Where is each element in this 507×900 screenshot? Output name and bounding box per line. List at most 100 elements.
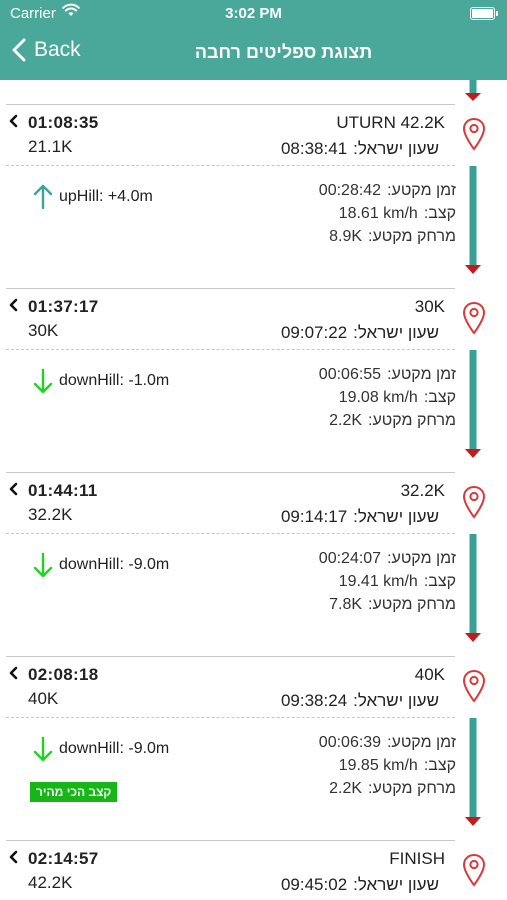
chevron-left-icon[interactable] [7,481,19,497]
cumulative-time: 02:14:57 [28,849,99,868]
checkpoint-clock: שעון ישראל: 08:38:41 [281,139,439,159]
segment-pace: קצב: 19.08 km/h [339,389,456,407]
checkpoint-row[interactable]: 02:08:18 40K 40K שעון ישראל: 09:38:24 [0,656,507,718]
clock-value: 09:07:22 [280,323,348,342]
checkpoint-row[interactable]: 01:37:17 30K 30K שעון ישראל: 09:07:22 [0,288,507,350]
cumulative-distance: 40K [28,689,59,708]
checkpoint-row[interactable]: 01:44:11 32.2K 32.2K שעון ישראל: 09:14:17 [0,472,507,534]
segment-progress-bar [465,534,481,642]
segment-pace: קצב: 19.85 km/h [339,757,456,775]
clock-prefix: שעון ישראל: [353,507,439,526]
elevation-change: downHill: -1.0m [33,368,169,394]
clock-value: 08:38:41 [280,139,348,158]
cumulative-distance: 32.2K [28,505,73,524]
elevation-text: upHill: +4.0m [59,188,153,205]
clock-prefix: שעון ישראל: [353,875,439,894]
checkpoint-name: 32.2K [400,481,445,500]
checkpoint-name: UTURN 42.2K [336,113,445,132]
segment-time-label: זמן מקטע: [387,734,456,751]
segment-distance-label: מרחק מקטע: [368,412,456,429]
segment-time-value: 00:06:39 [318,734,382,751]
segment-pace-value: 19.08 km/h [338,389,418,406]
page-title: תצוגת ספליטים רחבה [194,42,373,62]
segment-time-value: 00:28:42 [318,182,382,199]
cumulative-distance: 42.2K [28,873,73,892]
status-bar: Carrier 3:02 PM [0,0,507,28]
checkpoint-row[interactable]: 01:08:35 21.1K UTURN 42.2K שעון ישראל: 08… [0,104,507,166]
location-pin-icon[interactable] [462,669,486,703]
row-divider [6,840,455,841]
checkpoint-name: 40K [414,665,445,684]
chevron-left-icon[interactable] [7,849,19,865]
arrow-up-icon [33,184,53,210]
segment-pace-label: קצב: [423,757,456,774]
battery-icon [470,7,498,20]
segment-row: זמן מקטע: 00:24:07 קצב: 19.41 km/h מרחק מק… [0,534,507,656]
checkpoint-name: 30K [414,297,445,316]
segment-pace-value: 18.61 km/h [338,205,418,222]
elevation-text: downHill: -1.0m [59,372,170,389]
segment-distance-label: מרחק מקטע: [368,780,456,797]
splits-list[interactable]: 01:08:35 21.1K UTURN 42.2K שעון ישראל: 08… [0,80,507,900]
segment-pace-value: 19.41 km/h [338,573,418,590]
chevron-left-icon[interactable] [7,297,19,313]
segment-time: זמן מקטע: 00:06:39 [319,734,456,752]
location-pin-icon[interactable] [462,853,486,887]
segment-pace-label: קצב: [423,389,456,406]
location-pin-icon[interactable] [462,485,486,519]
segment-time: זמן מקטע: 00:06:55 [319,366,456,384]
segment-distance-label: מרחק מקטע: [368,228,456,245]
chevron-left-icon[interactable] [7,113,19,129]
segment-pace-label: קצב: [423,205,456,222]
elevation-change: downHill: -9.0m [33,736,169,762]
location-pin-icon[interactable] [462,301,486,335]
location-pin-icon[interactable] [462,117,486,151]
checkpoint-clock: שעון ישראל: 09:38:24 [281,691,439,711]
navigation-bar: Back תצוגת ספליטים רחבה [0,28,507,80]
segment-distance-value: 8.9K [329,228,363,245]
cumulative-distance: 21.1K [28,137,73,156]
elevation-change: downHill: -9.0m [33,552,169,578]
clock-prefix: שעון ישראל: [353,323,439,342]
row-divider [6,288,455,289]
segment-progress-bar [465,166,481,274]
clock-value: 09:38:24 [280,691,348,710]
segment-time: זמן מקטע: 00:28:42 [319,182,456,200]
segment-distance-value: 2.2K [329,412,363,429]
row-divider [6,656,455,657]
checkpoint-row[interactable]: 02:14:57 42.2K FINISH שעון ישראל: 09:45:0… [0,840,507,900]
cumulative-time: 02:08:18 [28,665,99,684]
segment-bar-tail [465,80,481,101]
segment-pace-label: קצב: [423,573,456,590]
elevation-change: upHill: +4.0m [33,184,153,210]
arrow-down-icon [33,736,53,762]
checkpoint-clock: שעון ישראל: 09:14:17 [281,507,439,527]
clock-prefix: שעון ישראל: [353,139,439,158]
row-divider [6,472,455,473]
segment-progress-bar [465,350,481,458]
clock-value: 09:14:17 [280,507,348,526]
chevron-left-icon[interactable] [7,665,19,681]
checkpoint-clock: שעון ישראל: 09:07:22 [281,323,439,343]
segment-time: זמן מקטע: 00:24:07 [319,550,456,568]
segment-time-label: זמן מקטע: [387,550,456,567]
segment-distance: מרחק מקטע: 8.9K [329,228,456,246]
arrow-down-icon [33,552,53,578]
clock: 3:02 PM [225,5,282,22]
segment-row: זמן מקטע: 00:28:42 קצב: 18.61 km/h מרחק מק… [0,166,507,288]
fastest-pace-badge: קצב הכי מהיר [30,782,118,802]
segment-pace-value: 19.85 km/h [338,757,418,774]
clock-value: 09:45:02 [280,875,348,894]
segment-time-value: 00:24:07 [318,550,382,567]
segment-pace: קצב: 18.61 km/h [339,205,456,223]
cumulative-time: 01:08:35 [28,113,99,132]
segment-row: זמן מקטע: 00:06:39 קצב: 19.85 km/h מרחק מק… [0,718,507,840]
cumulative-distance: 30K [28,321,59,340]
row-divider [6,104,455,105]
segment-distance-value: 7.8K [329,596,363,613]
elevation-text: downHill: -9.0m [59,740,170,757]
segment-distance-label: מרחק מקטע: [368,596,456,613]
segment-distance: מרחק מקטע: 7.8K [329,596,456,614]
segment-progress-bar [465,718,481,826]
segment-time-value: 00:06:55 [318,366,382,383]
